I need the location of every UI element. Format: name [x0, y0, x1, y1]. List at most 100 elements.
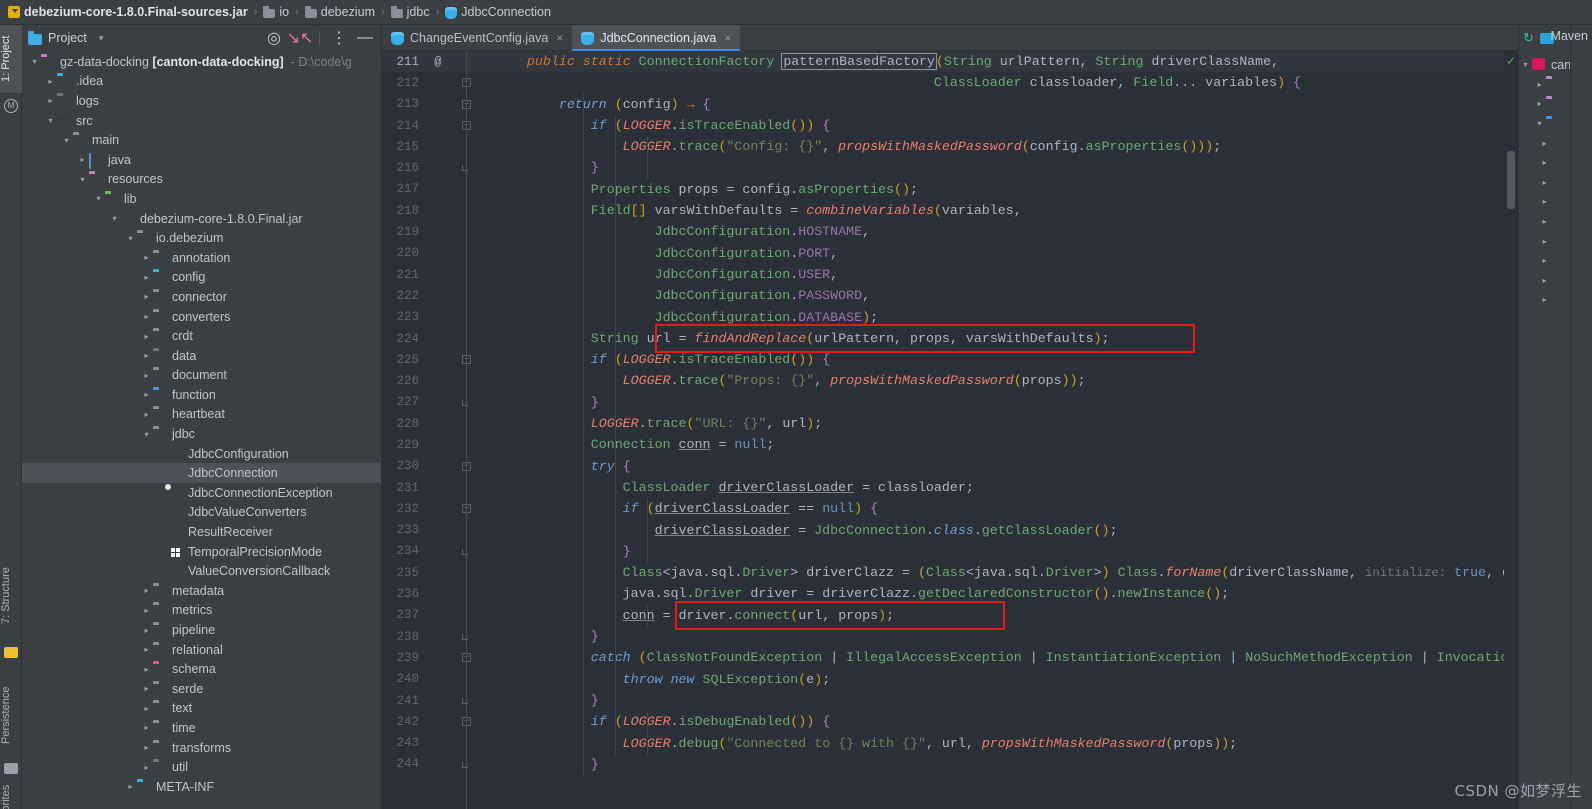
tree-item-serde[interactable]: ▸ serde — [22, 679, 381, 699]
project-tree[interactable]: ▾ gz-data-docking [canton-data-docking] - … — [22, 51, 381, 809]
chevron-right-icon[interactable]: ▸ — [1538, 197, 1551, 206]
chevron-right-icon[interactable]: ▸ — [44, 77, 57, 86]
code-line[interactable]: } — [487, 157, 1504, 178]
gutter-row[interactable]: 237 — [382, 605, 487, 626]
chevron-down-icon[interactable]: ▾ — [28, 57, 41, 66]
code-line[interactable]: JdbcConfiguration.HOSTNAME, — [487, 221, 1504, 242]
tree-item-text[interactable]: ▸ text — [22, 699, 381, 719]
code-line[interactable]: ClassLoader driverClassLoader = classloa… — [487, 477, 1504, 498]
tree-item-heartbeat[interactable]: ▸ heartbeat — [22, 405, 381, 425]
breadcrumb-item-io[interactable]: io — [263, 5, 289, 19]
gutter-row[interactable]: 226 — [382, 370, 487, 391]
chevron-right-icon[interactable]: ▸ — [140, 743, 153, 752]
chevron-down-icon[interactable]: ▾ — [1519, 60, 1532, 69]
gutter-row[interactable]: 227 — [382, 392, 487, 413]
sidebar-item-persistence[interactable]: Persistence — [0, 673, 22, 757]
code-line[interactable]: if (LOGGER.isTraceEnabled()) { — [487, 349, 1504, 370]
sidebar-item-project[interactable]: 1: Project — [0, 25, 22, 93]
maven-tree-item[interactable]: ▸ — [1519, 290, 1570, 310]
maven-tree-item[interactable]: ▸ — [1519, 251, 1570, 271]
breadcrumb-item-class[interactable]: JdbcConnection — [445, 5, 551, 19]
code-line[interactable]: Connection conn = null; — [487, 434, 1504, 455]
gutter-row[interactable]: 212− — [382, 72, 487, 93]
tree-item-relational[interactable]: ▸ relational — [22, 640, 381, 660]
chevron-down-icon[interactable]: ▾ — [140, 430, 153, 439]
chevron-right-icon[interactable]: ▸ — [140, 665, 153, 674]
scrollbar-thumb[interactable] — [1507, 151, 1515, 209]
chevron-right-icon[interactable]: ▸ — [140, 332, 153, 341]
gutter-row[interactable]: 222 — [382, 285, 487, 306]
gutter-row[interactable]: 223 — [382, 307, 487, 328]
gutter-row[interactable]: 243 — [382, 733, 487, 754]
gutter-row[interactable]: 219 — [382, 221, 487, 242]
tree-item-schema[interactable]: ▸ schema — [22, 659, 381, 679]
chevron-down-glyph[interactable]: ▾ — [99, 33, 104, 44]
chevron-right-icon[interactable]: ▸ — [1538, 237, 1551, 246]
gutter-row[interactable]: 239− — [382, 647, 487, 668]
code-line[interactable]: catch (ClassNotFoundException | IllegalA… — [487, 647, 1504, 668]
tree-item-resources[interactable]: ▾ resources — [22, 170, 381, 190]
code-line[interactable]: if (driverClassLoader == null) { — [487, 498, 1504, 519]
chevron-right-icon[interactable]: ▸ — [1538, 178, 1551, 187]
gutter-row[interactable]: 228 — [382, 413, 487, 434]
tree-item-time[interactable]: ▸ time — [22, 718, 381, 738]
gutter-row[interactable]: 216 — [382, 157, 487, 178]
code-line[interactable]: LOGGER.trace("Props: {}", propsWithMaske… — [487, 370, 1504, 391]
code-line[interactable]: } — [487, 690, 1504, 711]
tree-item-data[interactable]: ▸ data — [22, 346, 381, 366]
maven-tree-item[interactable]: ▸ — [1519, 271, 1570, 291]
gutter-row[interactable]: 225− — [382, 349, 487, 370]
tree-item-metadata[interactable]: ▸ metadata — [22, 581, 381, 601]
chevron-right-icon[interactable]: ▸ — [140, 763, 153, 772]
code-line[interactable]: try { — [487, 456, 1504, 477]
tree-item-crdt[interactable]: ▸ crdt — [22, 326, 381, 346]
code-line[interactable]: LOGGER.debug("Connected to {} with {}", … — [487, 733, 1504, 754]
editor-tab-change-event-config[interactable]: ChangeEventConfig.java × — [382, 25, 572, 50]
code-line[interactable]: } — [487, 541, 1504, 562]
sidebar-item-structure[interactable]: 7: Structure — [0, 550, 22, 642]
tree-item-connector[interactable]: ▸ connector — [22, 287, 381, 307]
gutter-row[interactable]: 240 — [382, 669, 487, 690]
tree-item-transforms[interactable]: ▸ transforms — [22, 738, 381, 758]
chevron-right-icon[interactable]: ▸ — [1538, 276, 1551, 285]
tree-item-lib[interactable]: ▾ lib — [22, 189, 381, 209]
locate-target-icon[interactable]: ◎ — [264, 28, 284, 48]
close-icon[interactable]: × — [724, 31, 731, 45]
chevron-down-icon[interactable]: ▾ — [1533, 119, 1546, 128]
code-line[interactable]: driverClassLoader = JdbcConnection.class… — [487, 520, 1504, 541]
fold-end-icon[interactable] — [462, 399, 468, 406]
close-icon[interactable]: × — [556, 31, 563, 45]
fold-end-icon[interactable] — [462, 697, 468, 704]
chevron-right-icon[interactable]: ▸ — [1538, 256, 1551, 265]
fold-end-icon[interactable] — [462, 548, 468, 555]
options-menu-icon[interactable]: ⋮ — [329, 28, 349, 48]
chevron-down-icon[interactable]: ▾ — [60, 136, 73, 145]
gutter-row[interactable]: 215 — [382, 136, 487, 157]
code-line[interactable]: Field[] varsWithDefaults = combineVariab… — [487, 200, 1504, 221]
chevron-right-icon[interactable]: ▸ — [140, 723, 153, 732]
code-line[interactable]: JdbcConfiguration.PORT, — [487, 243, 1504, 264]
chevron-right-icon[interactable]: ▸ — [140, 410, 153, 419]
tree-item-jdbc[interactable]: ▾ jdbc — [22, 424, 381, 444]
chevron-right-icon[interactable]: ▸ — [76, 155, 89, 164]
code-line[interactable]: LOGGER.trace("Config: {}", propsWithMask… — [487, 136, 1504, 157]
gutter-row[interactable]: 229 — [382, 434, 487, 455]
code-line[interactable]: } — [487, 392, 1504, 413]
code-line[interactable]: } — [487, 626, 1504, 647]
tree-item-util[interactable]: ▸ util — [22, 757, 381, 777]
maven-tree-item[interactable]: ▸ — [1519, 212, 1570, 232]
breadcrumb-item-jdbc[interactable]: jdbc — [390, 5, 430, 19]
gutter-row[interactable]: 221 — [382, 264, 487, 285]
tree-item-document[interactable]: ▸ document — [22, 366, 381, 386]
fold-end-icon[interactable] — [462, 634, 468, 641]
chevron-right-icon[interactable]: ▸ — [140, 645, 153, 654]
tree-item-gz-data-docking[interactable]: ▾ gz-data-docking [canton-data-docking] - … — [22, 52, 381, 72]
tree-item-jdbcconnectionexception[interactable]: JdbcConnectionException — [22, 483, 381, 503]
gutter-row[interactable]: 214− — [382, 115, 487, 136]
gutter-row[interactable]: 220 — [382, 243, 487, 264]
gutter-row[interactable]: 238 — [382, 626, 487, 647]
tree-item-java[interactable]: ▸ java — [22, 150, 381, 170]
chevron-right-icon[interactable]: ▸ — [124, 782, 137, 791]
tree-item-jdbcconfiguration[interactable]: JdbcConfiguration — [22, 444, 381, 464]
chevron-right-icon[interactable]: ▸ — [140, 253, 153, 262]
